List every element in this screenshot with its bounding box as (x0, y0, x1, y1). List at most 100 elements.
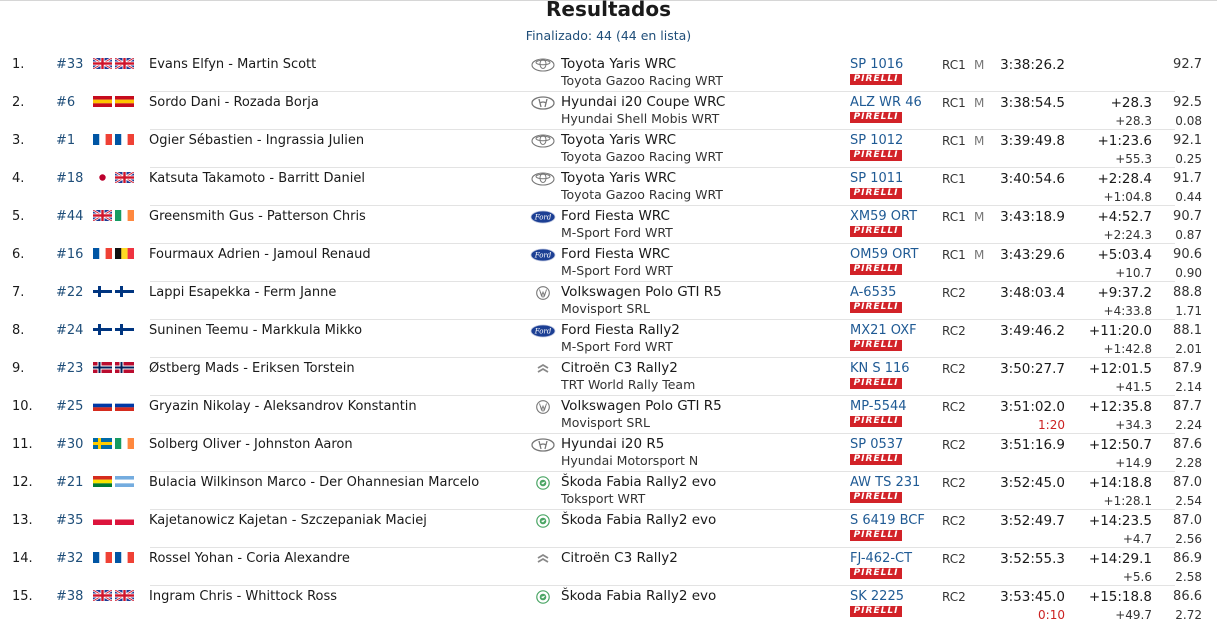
time-diff-per-km: 2.28 (1175, 456, 1202, 470)
table-row[interactable]: 11. #30 Solberg Oliver - Johnston Aaron Hyu… (0, 434, 1217, 472)
team-name: Hyundai Motorsport N (561, 453, 699, 468)
car-number-link[interactable]: #38 (56, 589, 83, 605)
car-number-link[interactable]: #30 (56, 437, 83, 453)
flag-gb-icon (114, 588, 135, 603)
car-number-link[interactable]: #24 (56, 323, 83, 339)
total-time: 3:50:27.7 (1000, 361, 1065, 377)
pirelli-tyre-badge: PIRELLI (850, 112, 902, 123)
registration-plate: SP 1016 (850, 57, 904, 72)
toyota-icon (530, 58, 556, 72)
svg-text:Ford: Ford (534, 328, 552, 336)
crew-names-link[interactable]: Sordo Dani - Rozada Borja (149, 95, 319, 111)
table-row[interactable]: 5. #44 Greensmith Gus - Patterson Chris Fo… (0, 206, 1217, 244)
car-model: Ford Fiesta Rally2 (561, 322, 680, 338)
table-row[interactable]: 9. #23 Østberg Mads - Eriksen Torstein Citr… (0, 358, 1217, 396)
crew-names-link[interactable]: Solberg Oliver - Johnston Aaron (149, 437, 353, 453)
class-label: RC2 (942, 476, 966, 490)
table-row[interactable]: 2. #6 Sordo Dani - Rozada Borja Hyundai i20… (0, 92, 1217, 130)
table-row[interactable]: 7. #22 Lappi Esapekka - Ferm Janne Volkswag… (0, 282, 1217, 320)
hyundai-icon (530, 96, 556, 110)
class-label: RC2 (942, 400, 966, 414)
average-speed: 92.7 (1173, 57, 1202, 72)
car-number-link[interactable]: #16 (56, 247, 83, 263)
flag-es-icon (93, 96, 112, 108)
table-row[interactable]: 12. #21 Bulacia Wilkinson Marco - Der Ohan… (0, 472, 1217, 510)
crew-flags (93, 362, 134, 373)
flag-ie-icon (115, 438, 134, 449)
table-row[interactable]: 6. #16 Fourmaux Adrien - Jamoul Renaud Ford… (0, 244, 1217, 282)
crew-names-link[interactable]: Bulacia Wilkinson Marco - Der Ohannesian… (149, 475, 479, 491)
position: 10. (12, 399, 33, 414)
position: 11. (12, 437, 33, 452)
results-summary: Finalizado: 44 (44 en lista) (525, 28, 692, 43)
class-label: RC2 (942, 324, 966, 338)
total-time: 3:52:49.7 (1000, 513, 1065, 529)
position: 14. (12, 551, 33, 566)
car-number-link[interactable]: #35 (56, 513, 83, 529)
crew-names-link[interactable]: Fourmaux Adrien - Jamoul Renaud (149, 247, 371, 263)
flag-gb-icon (92, 588, 113, 603)
page-title: Resultados (546, 0, 671, 21)
crew-names-link[interactable]: Kajetanowicz Kajetan - Szczepaniak Macie… (149, 513, 427, 529)
class-label: RC1 (942, 210, 966, 224)
car-number-link[interactable]: #23 (56, 361, 83, 377)
crew-flags (93, 438, 134, 449)
time-diff-per-km: 0.44 (1175, 190, 1202, 204)
flag-jp-icon (93, 172, 112, 183)
crew-flags (93, 476, 134, 488)
team-name: TRT World Rally Team (561, 377, 696, 392)
table-row[interactable]: 3. #1 Ogier Sébastien - Ingrassia Julien To… (0, 130, 1217, 168)
crew-names-link[interactable]: Greensmith Gus - Patterson Chris (149, 209, 366, 225)
crew-names-link[interactable]: Lappi Esapekka - Ferm Janne (149, 285, 336, 301)
crew-flags (93, 552, 134, 563)
table-row[interactable]: 15. #38 Ingram Chris - Whittock Ross Škoda… (0, 586, 1217, 624)
table-row[interactable]: 10. #25 Gryazin Nikolay - Aleksandrov Kons… (0, 396, 1217, 434)
car-number-link[interactable]: #21 (56, 475, 83, 491)
time-diff-per-km: 1.71 (1175, 304, 1202, 318)
table-row[interactable]: 13. #35 Kajetanowicz Kajetan - Szczepaniak… (0, 510, 1217, 548)
table-row[interactable]: 4. #18 Katsuta Takamoto - Barritt Daniel T… (0, 168, 1217, 206)
crew-names-link[interactable]: Rossel Yohan - Coria Alexandre (149, 551, 350, 567)
position: 1. (12, 57, 25, 72)
table-row[interactable]: 8. #24 Suninen Teemu - Markkula Mikko Ford F… (0, 320, 1217, 358)
registration-plate: FJ-462-CT (850, 551, 913, 566)
car-number-link[interactable]: #32 (56, 551, 83, 567)
time-diff-per-km: 0.87 (1175, 228, 1202, 242)
class-label: RC1 (942, 96, 966, 110)
crew-names-link[interactable]: Ingram Chris - Whittock Ross (149, 589, 337, 605)
car-number-link[interactable]: #25 (56, 399, 83, 415)
crew-names-link[interactable]: Gryazin Nikolay - Aleksandrov Konstantin (149, 399, 417, 415)
registration-plate: XM59 ORT (850, 209, 918, 224)
volkswagen-icon (530, 286, 556, 300)
table-row[interactable]: 1. #33 Evans Elfyn - Martin Scott Toyota Y… (0, 54, 1217, 92)
car-model: Toyota Yaris WRC (561, 170, 677, 186)
time-diff-per-km: 2.01 (1175, 342, 1202, 356)
crew-names-link[interactable]: Katsuta Takamoto - Barritt Daniel (149, 171, 365, 187)
pirelli-tyre-badge: PIRELLI (850, 378, 902, 389)
pirelli-tyre-badge: PIRELLI (850, 150, 902, 161)
crew-names-link[interactable]: Suninen Teemu - Markkula Mikko (149, 323, 362, 339)
crew-flags (93, 286, 134, 297)
car-number-link[interactable]: #33 (56, 57, 83, 73)
car-number-link[interactable]: #22 (56, 285, 83, 301)
citroen-icon (530, 552, 556, 566)
car-model: Škoda Fabia Rally2 evo (561, 588, 717, 604)
position: 6. (12, 247, 25, 262)
car-number-link[interactable]: #44 (56, 209, 83, 225)
pirelli-tyre-badge: PIRELLI (850, 492, 902, 503)
total-time: 3:52:45.0 (1000, 475, 1065, 491)
car-number-link[interactable]: #1 (56, 133, 75, 149)
table-row[interactable]: 14. #32 Rossel Yohan - Coria Alexandre Citr… (0, 548, 1217, 586)
position: 2. (12, 95, 25, 110)
average-speed: 91.7 (1173, 171, 1202, 186)
crew-flags (92, 56, 135, 71)
flag-gb-icon (114, 170, 135, 185)
flag-bo-icon (93, 476, 112, 488)
position: 7. (12, 285, 25, 300)
car-number-link[interactable]: #6 (56, 95, 75, 111)
crew-names-link[interactable]: Evans Elfyn - Martin Scott (149, 57, 316, 73)
car-number-link[interactable]: #18 (56, 171, 83, 187)
car-model: Škoda Fabia Rally2 evo (561, 474, 717, 490)
crew-names-link[interactable]: Ogier Sébastien - Ingrassia Julien (149, 133, 364, 149)
crew-names-link[interactable]: Østberg Mads - Eriksen Torstein (149, 361, 355, 377)
